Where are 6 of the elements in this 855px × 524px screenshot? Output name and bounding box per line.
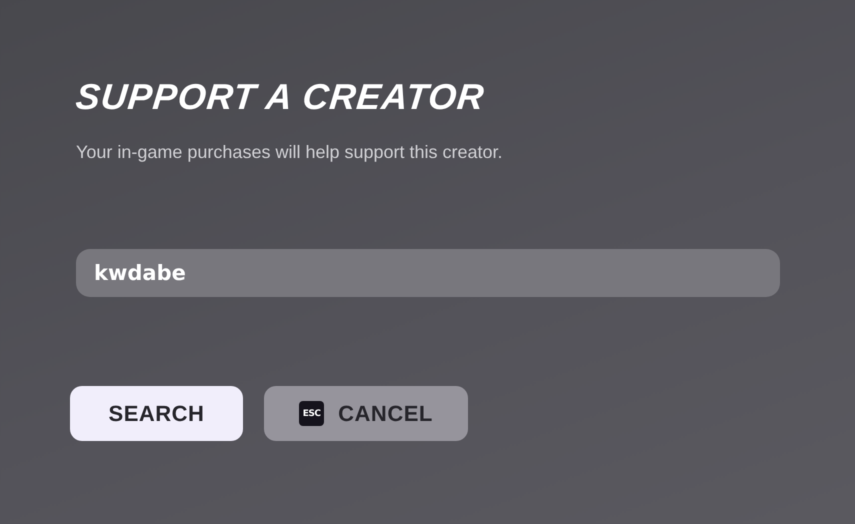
search-button[interactable]: SEARCH	[70, 386, 243, 441]
creator-field[interactable]: kwdabe	[76, 249, 780, 297]
escape-key-icon: ESC	[299, 401, 324, 426]
subtitle: Your in-game purchases will help support this creator.	[76, 142, 504, 163]
cancel-button[interactable]: ESC CANCEL	[264, 386, 468, 441]
dialog-title: SUPPORT A CREATOR	[74, 76, 488, 118]
